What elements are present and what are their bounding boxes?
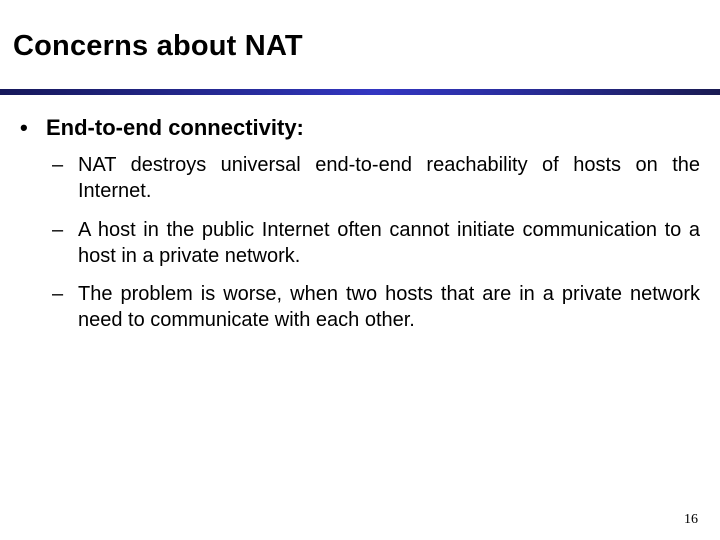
sub-bullet-text: A host in the public Internet often cann… (78, 219, 700, 267)
sub-bullet: – The problem is worse, when two hosts t… (52, 281, 700, 333)
slide-title: Concerns about NAT (13, 30, 303, 62)
sub-bullet: – A host in the public Internet often ca… (52, 217, 700, 269)
page-number: 16 (684, 512, 698, 527)
title-divider (0, 89, 720, 95)
dash-marker: – (52, 154, 64, 176)
sub-bullet-text: The problem is worse, when two hosts tha… (78, 283, 700, 331)
sub-bullet: – NAT destroys universal end-to-end reac… (52, 152, 700, 204)
main-bullet-text: End-to-end connectivity: (46, 115, 304, 140)
dash-marker: – (52, 283, 64, 305)
main-bullet: • End-to-end connectivity: (20, 115, 304, 141)
bullet-marker: • (20, 115, 28, 140)
dash-marker: – (52, 219, 64, 241)
sub-bullet-text: NAT destroys universal end-to-end reacha… (78, 154, 700, 202)
